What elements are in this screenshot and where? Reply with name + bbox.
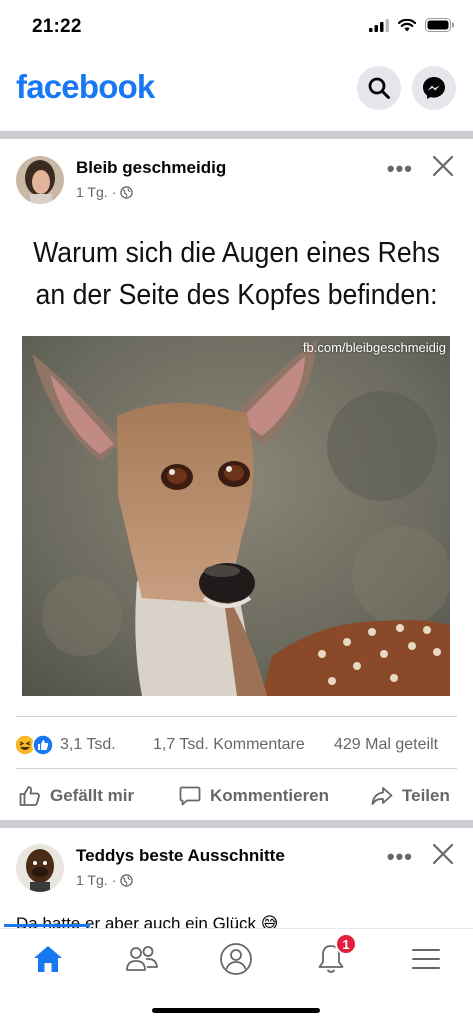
thumbs-up-icon (19, 786, 40, 806)
comments-count[interactable]: 1,7 Tsd. Kommentare (153, 736, 305, 754)
meta-separator: · (111, 184, 117, 200)
watermark: fb.com/bleibgeschmeidig (302, 340, 446, 355)
like-reaction-icon (32, 734, 54, 756)
tab-home[interactable] (28, 941, 68, 977)
post-time[interactable]: 1 Tg. (76, 872, 108, 888)
share-icon (371, 787, 393, 805)
messenger-button[interactable] (412, 66, 456, 110)
more-options-button[interactable]: ••• (387, 156, 413, 182)
status-icons (369, 18, 455, 32)
status-bar: 21:22 (0, 0, 473, 58)
meta-separator: · (111, 872, 117, 888)
search-button[interactable] (357, 66, 401, 110)
facebook-logo[interactable]: facebook (16, 68, 155, 106)
more-options-button[interactable]: ••• (387, 844, 413, 870)
wifi-icon (398, 18, 416, 31)
comment-button[interactable]: Kommentieren (178, 784, 329, 808)
deer-photo: fb.com/bleibgeschmeidig (22, 336, 450, 696)
home-icon (34, 946, 62, 972)
feed-divider (0, 131, 473, 139)
feed-divider (0, 820, 473, 828)
like-button[interactable]: Gefällt mir (18, 784, 134, 808)
meme-caption-line-1: Warum sich die Augen eines Rehs (33, 237, 440, 269)
post-author[interactable]: Teddys beste Ausschnitte (76, 846, 285, 866)
avatar[interactable] (16, 844, 64, 892)
signal-icon (369, 18, 389, 32)
home-tab-indicator (4, 924, 90, 927)
avatar[interactable] (16, 156, 64, 204)
menu-icon (412, 949, 440, 969)
close-icon[interactable] (429, 152, 457, 180)
close-icon[interactable] (429, 840, 457, 868)
meme-caption-line-2: an der Seite des Kopfes befinden: (35, 279, 438, 311)
reactions-count[interactable]: 3,1 Tsd. (60, 736, 116, 754)
post-card: Teddys beste Ausschnitte 1 Tg. · ••• (0, 832, 473, 904)
shares-count[interactable]: 429 Mal geteilt (334, 736, 438, 754)
tab-friends[interactable] (122, 941, 162, 977)
reaction-icons[interactable] (14, 734, 54, 756)
like-label: Gefällt mir (50, 786, 135, 805)
meme-caption: Warum sich die Augen eines Rehs an der S… (19, 232, 454, 316)
divider (16, 768, 457, 769)
status-time: 21:22 (32, 16, 82, 37)
app-header: facebook (0, 58, 473, 122)
reactions-row: 3,1 Tsd. 1,7 Tsd. Kommentare 429 Mal get… (0, 728, 473, 764)
post-meta: 1 Tg. · (76, 184, 134, 200)
post-image[interactable]: Warum sich die Augen eines Rehs an der S… (0, 226, 473, 714)
post-meta: 1 Tg. · (76, 872, 134, 888)
post-author[interactable]: Bleib geschmeidig (76, 158, 226, 178)
tab-notifications[interactable]: 1 (311, 933, 357, 977)
notification-badge: 1 (335, 933, 357, 955)
post-actions: Gefällt mir Kommentieren Teilen (0, 772, 473, 818)
share-label: Teilen (402, 786, 450, 805)
tab-menu[interactable] (406, 941, 446, 977)
messenger-icon (423, 77, 445, 99)
tab-profile[interactable] (216, 941, 256, 977)
friends-icon (126, 946, 158, 971)
home-indicator[interactable] (152, 1008, 320, 1013)
post-card: Bleib geschmeidig 1 Tg. · ••• (0, 144, 473, 216)
globe-icon (120, 185, 134, 199)
search-icon (368, 77, 390, 99)
post-header: Bleib geschmeidig 1 Tg. · ••• (0, 144, 473, 216)
post-time[interactable]: 1 Tg. (76, 184, 108, 200)
divider (16, 716, 457, 717)
globe-icon (120, 873, 134, 887)
post-header: Teddys beste Ausschnitte 1 Tg. · ••• (0, 832, 473, 904)
comment-label: Kommentieren (210, 786, 330, 805)
share-button[interactable]: Teilen (370, 784, 450, 808)
battery-icon (425, 18, 454, 32)
profile-icon (220, 943, 252, 975)
comment-icon (179, 786, 201, 806)
